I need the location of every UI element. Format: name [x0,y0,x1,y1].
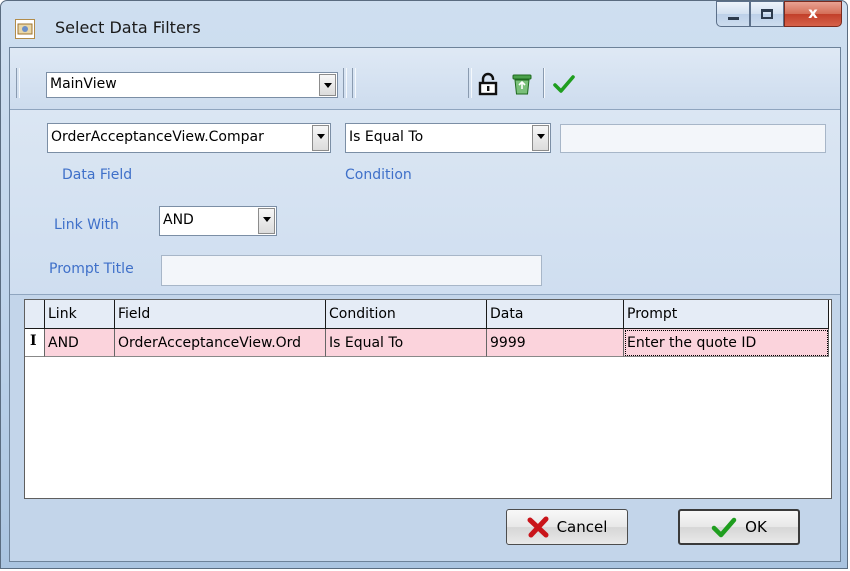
view-select[interactable]: MainView [46,72,338,98]
cell-field[interactable]: OrderAcceptanceView.Ord [115,329,326,357]
data-field-label: Data Field [62,167,133,183]
ok-label: OK [745,518,767,536]
filter-grid[interactable]: Link Field Condition Data Prompt I AND O… [24,299,832,499]
condition-label: Condition [345,167,412,183]
maximize-icon [761,9,773,19]
condition-value: Is Equal To [349,129,424,145]
cancel-x-icon [527,516,549,538]
row-indicator-header [25,300,45,329]
link-with-value: AND [163,212,194,228]
close-icon: x [808,4,818,22]
column-header-data[interactable]: Data [487,300,624,329]
cancel-button[interactable]: Cancel [506,509,628,545]
condition-select[interactable]: Is Equal To [345,123,551,153]
toolbar-grip[interactable] [468,68,472,98]
data-field-value: OrderAcceptanceView.Compar [51,129,264,145]
chevron-down-icon[interactable] [532,125,549,151]
cell-data[interactable]: 9999 [487,329,624,357]
maximize-button[interactable] [750,1,784,27]
grid-header: Link Field Condition Data Prompt [25,300,831,329]
toolbar-grip[interactable] [343,68,347,98]
recycle-bin-icon[interactable] [510,72,534,96]
data-field-select[interactable]: OrderAcceptanceView.Compar [47,123,331,153]
view-select-value: MainView [50,76,117,92]
chevron-down-icon[interactable] [258,208,275,234]
app-icon[interactable] [15,19,35,39]
column-header-condition[interactable]: Condition [326,300,487,329]
toolbar-separator [543,68,545,98]
chevron-down-icon[interactable] [319,74,336,96]
column-header-field[interactable]: Field [115,300,326,329]
title-bar[interactable]: Select Data Filters x [1,1,847,47]
link-with-select[interactable]: AND [159,206,277,236]
prompt-title-input[interactable] [161,255,542,286]
table-row[interactable]: I AND OrderAcceptanceView.Ord Is Equal T… [25,329,831,357]
window-title: Select Data Filters [55,18,201,37]
cell-condition[interactable]: Is Equal To [326,329,487,357]
checkmark-icon [711,517,737,538]
cell-link[interactable]: AND [45,329,115,357]
data-value-input[interactable] [560,124,826,153]
dialog-window: Select Data Filters x MainView OrderAcce… [0,0,848,569]
ok-button[interactable]: OK [678,509,800,545]
row-indicator[interactable]: I [25,329,45,357]
toolbar-grip[interactable] [352,68,356,98]
checkmark-icon[interactable] [552,72,576,96]
column-header-link[interactable]: Link [45,300,115,329]
toolbar-grip[interactable] [16,68,20,98]
column-header-prompt[interactable]: Prompt [624,300,829,329]
lock-icon[interactable] [476,72,500,96]
cell-prompt[interactable]: Enter the quote ID [624,329,829,357]
toolbar: MainView [10,48,840,110]
filter-editor: OrderAcceptanceView.Compar Is Equal To D… [10,110,840,295]
chevron-down-icon[interactable] [312,125,329,151]
link-with-label: Link With [54,217,119,233]
minimize-icon [728,17,739,20]
cancel-label: Cancel [556,518,608,536]
caption-buttons: x [716,1,842,29]
client-area: MainView OrderAcceptanceView.Compar Is E… [9,47,841,562]
prompt-title-label: Prompt Title [49,261,134,277]
minimize-button[interactable] [716,1,750,27]
dialog-footer: Cancel OK [10,499,840,561]
close-button[interactable]: x [784,1,842,27]
